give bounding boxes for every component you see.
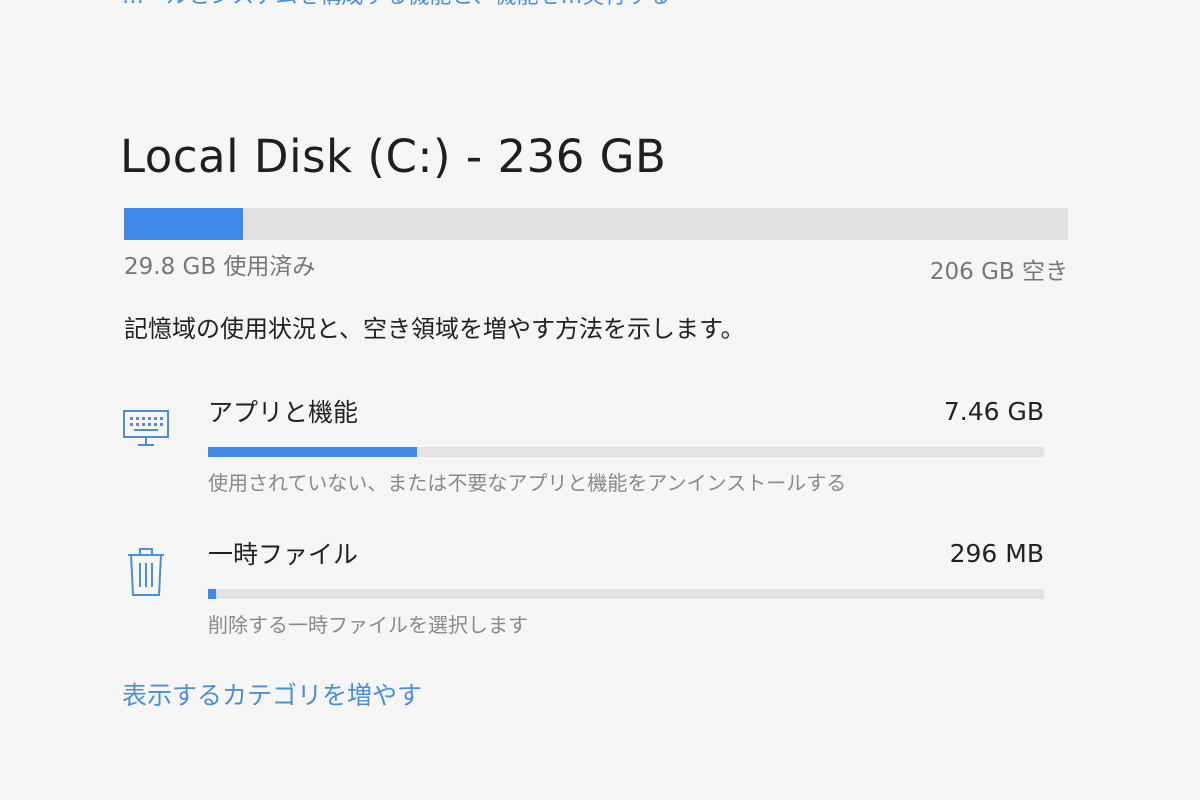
apps-keyboard-monitor-icon — [123, 410, 169, 446]
disk-title: Local Disk (C:) - 236 GB — [120, 130, 667, 183]
used-space-label: 29.8 GB 使用済み — [124, 254, 316, 280]
category-apps-features[interactable]: アプリと機能 7.46 GB 使用されていない、または不要なアプリと機能をアンイ… — [118, 393, 1048, 503]
category-usage-bar-fill — [208, 447, 417, 457]
disk-usage-bar — [124, 208, 1068, 240]
disk-usage-bar-fill — [124, 208, 243, 240]
category-description: 使用されていない、または不要なアプリと機能をアンインストールする — [208, 471, 847, 495]
category-name: 一時ファイル — [208, 540, 359, 569]
storage-description: 記憶域の使用状況と、空き領域を増やす方法を示します。 — [124, 315, 745, 343]
trash-icon — [128, 548, 164, 596]
free-space-label: 206 GB 空き — [929, 259, 1068, 285]
category-size: 7.46 GB — [943, 397, 1044, 426]
category-usage-bar — [208, 447, 1044, 457]
show-more-categories-link[interactable]: 表示するカテゴリを増やす — [122, 676, 422, 712]
category-usage-bar — [208, 589, 1044, 599]
category-description: 削除する一時ファイルを選択します — [208, 613, 528, 637]
top-cutoff-link[interactable]: …ールとシステムを構成する機能と、機能を…実行する — [122, 0, 670, 10]
category-size: 296 MB — [949, 539, 1044, 568]
category-usage-bar-fill — [208, 589, 217, 599]
category-name: アプリと機能 — [208, 398, 359, 427]
category-temporary-files[interactable]: 一時ファイル 296 MB 削除する一時ファイルを選択します — [118, 535, 1048, 645]
